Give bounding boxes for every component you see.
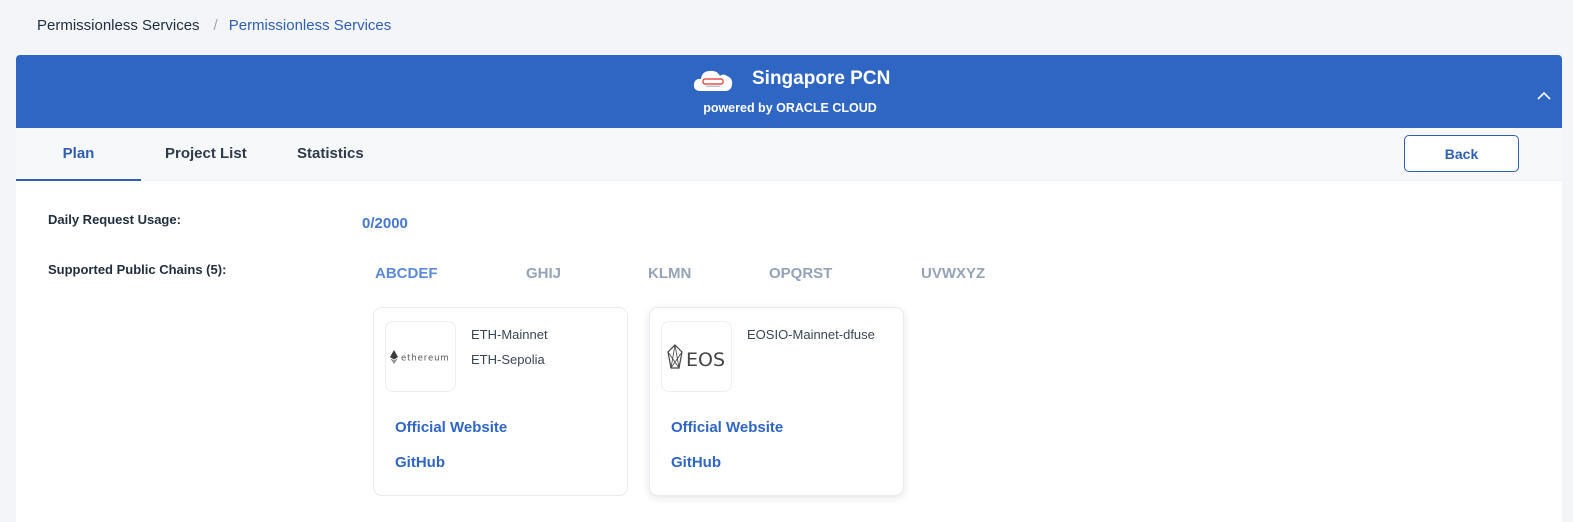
chain-card-ethereum: ethereum ETH-Mainnet ETH-Sepolia Officia… — [373, 307, 628, 496]
chain-group-opqrst[interactable]: OPQRST — [769, 265, 832, 282]
tab-project-list[interactable]: Project List — [165, 128, 247, 181]
banner-subtitle: powered by ORACLE CLOUD — [703, 101, 877, 115]
daily-usage-value: 0/2000 — [362, 215, 408, 232]
oracle-cloud-icon — [693, 70, 733, 91]
network-eosio-mainnet-dfuse: EOSIO-Mainnet-dfuse — [747, 327, 875, 342]
eos-logo-mark: EOS — [666, 343, 725, 371]
breadcrumb: Permissionless Services / Permissionless… — [37, 17, 391, 34]
chain-group-klmn[interactable]: KLMN — [648, 265, 691, 282]
network-eth-mainnet: ETH-Mainnet — [471, 327, 548, 342]
official-website-link[interactable]: Official Website — [671, 419, 783, 436]
github-link[interactable]: GitHub — [671, 454, 721, 471]
ethereum-logo: ethereum — [385, 321, 456, 392]
eos-logo-text: EOS — [686, 349, 725, 371]
breadcrumb-current: Permissionless Services — [228, 17, 392, 34]
supported-chains-label: Supported Public Chains (5): — [48, 262, 227, 277]
network-eth-sepolia: ETH-Sepolia — [471, 352, 545, 367]
eos-logo: EOS — [661, 321, 732, 392]
service-banner: Singapore PCN powered by ORACLE CLOUD — [16, 55, 1562, 128]
chain-group-abcdef[interactable]: ABCDEF — [375, 265, 438, 282]
chain-card-eos: EOS EOSIO-Mainnet-dfuse Official Website… — [649, 307, 904, 496]
ethereum-logo-text: ethereum — [401, 353, 450, 363]
chevron-up-icon[interactable] — [1536, 89, 1552, 103]
banner-title: Singapore PCN — [752, 68, 891, 89]
github-link[interactable]: GitHub — [395, 454, 445, 471]
chain-group-uvwxyz[interactable]: UVWXYZ — [921, 265, 985, 282]
tab-statistics[interactable]: Statistics — [297, 128, 364, 181]
service-card: Singapore PCN powered by ORACLE CLOUD Pl… — [16, 55, 1562, 522]
official-website-link[interactable]: Official Website — [395, 419, 507, 436]
breadcrumb-separator: / — [213, 17, 218, 34]
tab-plan[interactable]: Plan — [16, 128, 141, 181]
back-button[interactable]: Back — [1404, 135, 1519, 172]
chain-group-ghij[interactable]: GHIJ — [526, 265, 561, 282]
tab-bar: Plan Project List Statistics Back — [16, 128, 1562, 181]
ethereum-logo-mark: ethereum — [389, 349, 450, 364]
breadcrumb-root[interactable]: Permissionless Services — [37, 17, 200, 34]
daily-usage-label: Daily Request Usage: — [48, 212, 181, 227]
